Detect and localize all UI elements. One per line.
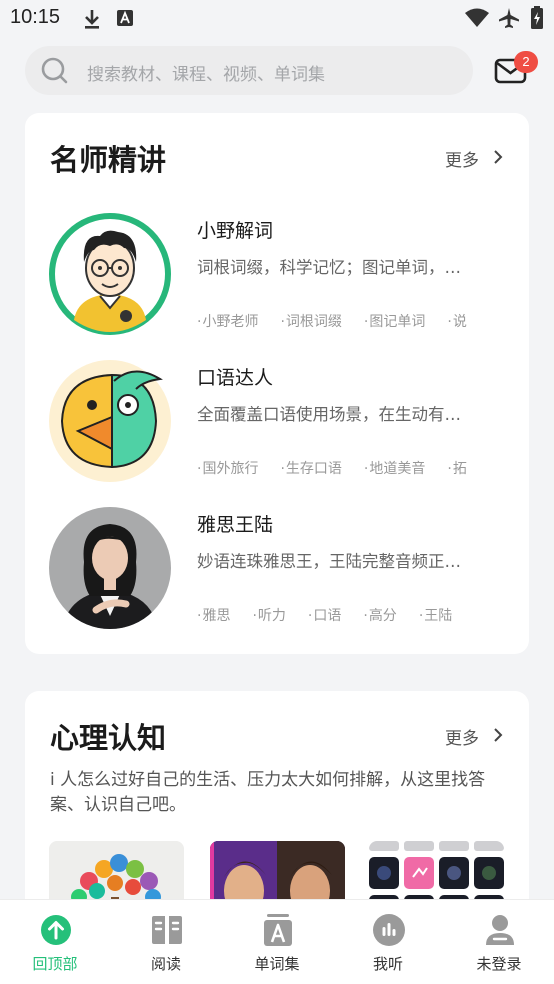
app-notification-icon xyxy=(117,10,133,26)
tag: 图记单词 xyxy=(364,311,425,331)
tag: 国外旅行 xyxy=(197,458,258,478)
user-icon xyxy=(486,915,514,945)
more-link[interactable]: 更多 xyxy=(445,724,479,749)
more-link[interactable]: 更多 xyxy=(445,146,479,171)
teacher-desc: 妙语连珠雅思王，王陆完整音频正… xyxy=(197,552,461,571)
avatar xyxy=(49,360,171,482)
arrow-up-circle-icon xyxy=(41,915,71,945)
chevron-right-icon[interactable] xyxy=(492,727,504,743)
nav-label: 单词集 xyxy=(254,955,300,973)
book-icon xyxy=(152,916,182,944)
tag: 雅思 xyxy=(197,605,230,625)
psych-card: 心理认知 更多 i 人怎么过好自己的生活、压力太大如何排解，从这里找答案、认识自… xyxy=(25,691,529,921)
nav-back-to-top[interactable]: 回顶部 xyxy=(0,900,110,984)
nav-label: 未登录 xyxy=(476,955,522,973)
teacher-desc: 全面覆盖口语使用场景，在生动有… xyxy=(197,405,461,424)
search-icon xyxy=(41,57,68,84)
teacher-tags: 雅思 听力 口语 高分 王陆 xyxy=(197,605,509,625)
tag: 词根词缀 xyxy=(280,311,342,331)
teacher-name: 小野解词 xyxy=(197,220,274,242)
nav-read[interactable]: 阅读 xyxy=(111,900,221,984)
status-bar: 10:15 xyxy=(0,0,554,38)
tag: 生存口语 xyxy=(280,458,342,478)
teachers-card: 名师精讲 更多 小野解词 词根词缀，科学记忆；图记单词，… 小野老师 词根词缀 图记… xyxy=(25,113,529,654)
avatar xyxy=(49,507,171,629)
tag: 地道美音 xyxy=(364,458,425,478)
wifi-icon xyxy=(465,8,489,27)
teacher-item[interactable]: 小野解词 词根词缀，科学记忆；图记单词，… 小野老师 词根词缀 图记单词 说 xyxy=(25,212,529,344)
status-time: 10:15 xyxy=(10,6,61,28)
nav-word-sets[interactable]: 单词集 xyxy=(222,900,332,984)
search-bar[interactable]: 搜索教材、课程、视频、单词集 xyxy=(25,46,473,95)
tag: 王陆 xyxy=(419,605,452,625)
tag: 说 xyxy=(447,311,467,331)
mail-badge: 2 xyxy=(514,51,538,73)
tag: 拓 xyxy=(447,458,467,478)
tag: 小野老师 xyxy=(197,311,258,331)
avatar xyxy=(49,213,171,335)
nav-label: 我听 xyxy=(372,955,403,973)
teacher-item[interactable]: 口语达人 全面覆盖口语使用场景，在生动有… 国外旅行 生存口语 地道美音 拓 xyxy=(25,359,529,491)
bottom-nav: 回顶部 阅读 单词集 我听 未登录 xyxy=(0,899,554,984)
teacher-name: 雅思王陆 xyxy=(197,514,274,536)
audio-bars-icon xyxy=(373,914,405,946)
tag: 听力 xyxy=(252,605,286,625)
teacher-item[interactable]: 雅思王陆 妙语连珠雅思王，王陆完整音频正… 雅思 听力 口语 高分 王陆 xyxy=(25,506,529,638)
teacher-desc: 词根词缀，科学记忆；图记单词，… xyxy=(197,258,461,277)
section-desc: i 人怎么过好自己的生活、压力太大如何排解，从这里找答案、认识自己吧。 xyxy=(50,770,486,815)
teacher-tags: 小野老师 词根词缀 图记单词 说 xyxy=(197,311,509,331)
battery-charging-icon xyxy=(531,6,543,29)
chevron-right-icon[interactable] xyxy=(492,149,504,165)
airplane-icon xyxy=(499,8,519,28)
word-set-icon xyxy=(264,914,292,946)
nav-label: 阅读 xyxy=(150,955,181,973)
tag: 口语 xyxy=(308,605,341,625)
nav-profile[interactable]: 未登录 xyxy=(444,900,554,984)
section-title: 心理认知 xyxy=(50,721,167,755)
teacher-tags: 国外旅行 生存口语 地道美音 拓 xyxy=(197,458,509,478)
tag: 高分 xyxy=(363,605,397,625)
section-title: 名师精讲 xyxy=(50,143,167,177)
teacher-name: 口语达人 xyxy=(197,367,274,389)
nav-label: 回顶部 xyxy=(32,955,78,973)
download-icon xyxy=(85,10,99,29)
nav-listen[interactable]: 我听 xyxy=(333,900,443,984)
search-input[interactable]: 搜索教材、课程、视频、单词集 xyxy=(87,60,325,85)
